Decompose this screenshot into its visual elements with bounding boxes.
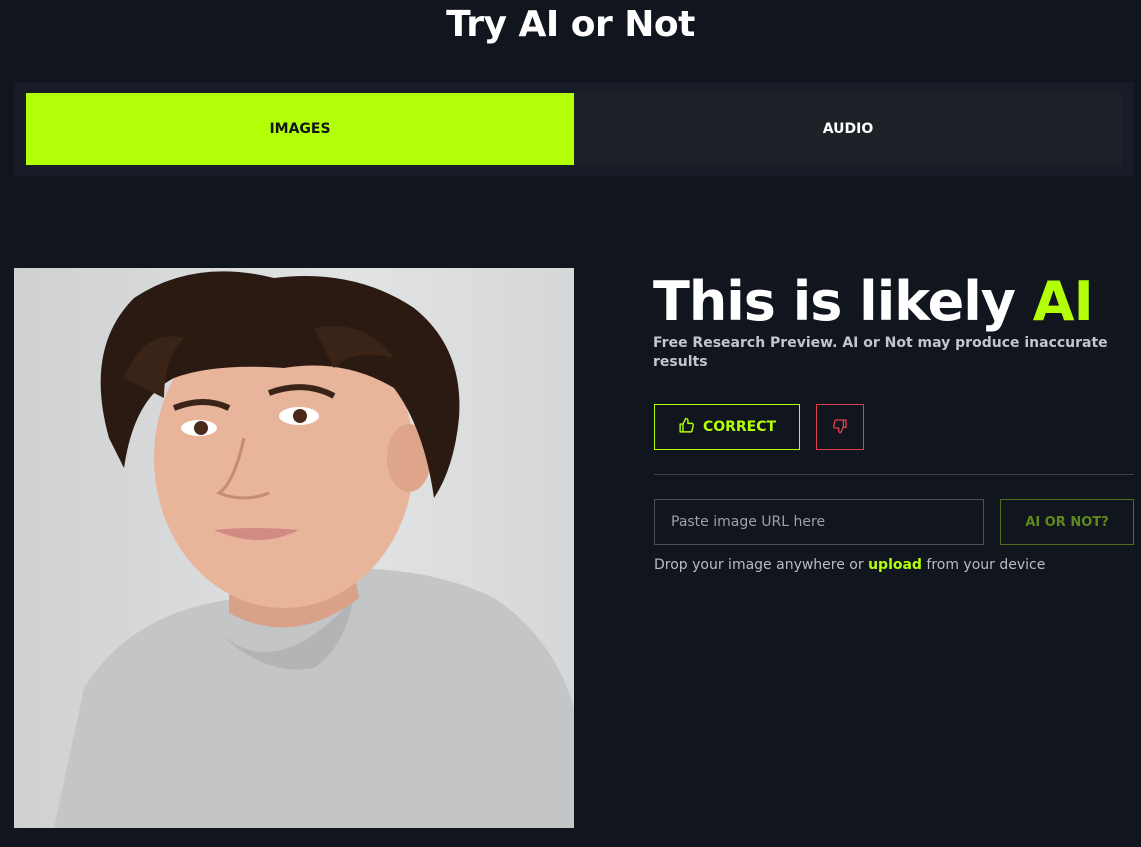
media-type-tabs: IMAGES AUDIO (14, 82, 1134, 176)
drop-hint-suffix: from your device (921, 557, 1046, 573)
result-heading: This is likely AI (653, 270, 1094, 333)
portrait-image (54, 271, 574, 828)
result-heading-prefix: This is likely (653, 270, 1033, 333)
tab-audio-label: AUDIO (822, 121, 874, 137)
correct-button-label: CORRECT (702, 419, 777, 435)
section-divider (654, 474, 1134, 475)
ai-or-not-submit-button[interactable]: AI OR NOT? (1000, 499, 1134, 545)
uploaded-image-preview (14, 268, 574, 828)
image-url-input[interactable] (654, 499, 984, 545)
thumbs-up-icon (678, 417, 695, 438)
incorrect-feedback-button[interactable] (816, 404, 864, 450)
disclaimer-text: Free Research Preview. AI or Not may pro… (653, 335, 1108, 370)
tab-audio[interactable]: AUDIO (574, 93, 1122, 165)
thumbs-down-icon (832, 418, 848, 437)
tab-images-label: IMAGES (269, 121, 331, 137)
drop-hint: Drop your image anywhere or upload from … (654, 557, 1045, 573)
drop-hint-prefix: Drop your image anywhere or (654, 557, 869, 573)
result-verdict: AI (1032, 270, 1094, 333)
correct-feedback-button[interactable]: CORRECT (654, 404, 800, 450)
tab-images[interactable]: IMAGES (26, 93, 574, 165)
page-title: Try AI or Not (446, 4, 695, 45)
upload-link[interactable]: upload (868, 557, 922, 573)
